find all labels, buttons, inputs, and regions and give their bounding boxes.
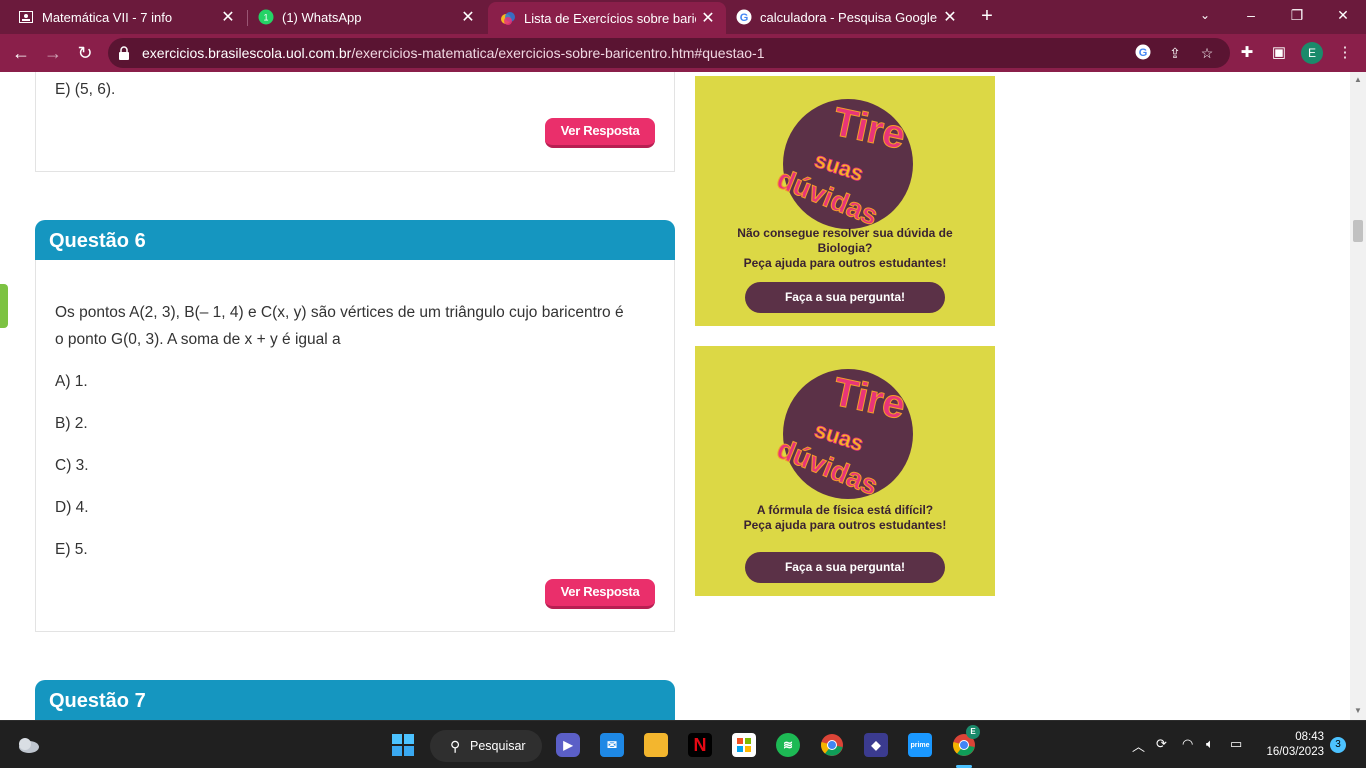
reload-button[interactable]: ↻ [72,40,98,66]
tab-title: Matemática VII - 7 info [42,9,173,25]
extensions-icon[interactable]: ✚ [1236,42,1258,64]
option-c: C) 3. [55,457,89,474]
forward-button[interactable]: → [40,40,66,66]
question-6-statement: Os pontos A(2, 3), B(– 1, 4) e C(x, y) s… [55,299,624,353]
tire-suas-duvidas-logo: Tire suas dúvidas [773,99,913,232]
statement-line: Os pontos A(2, 3), B(– 1, 4) e C(x, y) s… [55,304,624,321]
minimize-button[interactable]: – [1228,0,1274,30]
netflix-icon[interactable]: N [688,733,712,757]
ad-text-line: Não consegue resolver sua dúvida de [737,226,953,240]
web-page: E) (5, 6). Ver Resposta Questão 6 Os pon… [0,72,1350,720]
side-panel-icon[interactable]: ▣ [1268,42,1290,64]
volume-icon[interactable]: 🔈︎ [1206,736,1214,752]
browser-toolbar: ← → ↻ exercicios.brasilescola.uol.com.br… [0,34,1366,72]
faca-pergunta-button[interactable]: Faça a sua pergunta! [745,282,945,313]
mail-icon[interactable]: ✉ [600,733,624,757]
whatsapp-icon: 1 [258,9,274,25]
tab-title: Lista de Exercícios sobre baricent [524,10,696,26]
lock-icon [118,46,130,60]
profile-badge: E [966,725,980,739]
ad-text-line: Biologia? [817,241,873,255]
microsoft-store-icon[interactable] [732,733,756,757]
windows-taskbar: ⚲ Pesquisar ▶ ✉ N ≋ ◆ prime E ︿ ⟳ ◠ 🔈︎ ▭… [0,720,1366,768]
brainly-ad-biologia[interactable]: Tire suas dúvidas Não consegue resolver … [695,76,995,326]
wifi-icon[interactable]: ◠ [1182,736,1193,752]
option-b: B) 2. [55,415,88,432]
tire-suas-duvidas-logo: Tire suas dúvidas [773,369,913,502]
start-icon[interactable] [391,733,415,757]
tab-title: (1) WhatsApp [282,9,362,25]
svg-text:G: G [740,12,749,24]
tab-title: calculadora - Pesquisa Google [760,9,938,25]
question-7-header: Questão 7 [35,680,675,720]
ad-text-line: Peça ajuda para outros estudantes! [743,518,947,532]
tab-classroom[interactable]: Matemática VII - 7 info ✕ [0,0,246,34]
statement-line: o ponto G(0, 3). A soma de x + y é igual… [55,331,341,348]
menu-kebab-icon[interactable]: ⋮ [1334,42,1356,64]
scroll-thumb[interactable] [1353,220,1363,242]
brasil-escola-icon [500,10,516,26]
option-a: A) 1. [55,373,88,390]
ad-text-line: A fórmula de física está difícil? [756,503,934,517]
svg-text:1: 1 [263,13,268,23]
search-label: Pesquisar [470,739,526,753]
weather-icon[interactable] [16,733,40,757]
tab-baricentro[interactable]: Lista de Exercícios sobre baricent ✕ [488,2,726,34]
svg-text:G: G [1139,47,1148,59]
clock[interactable]: 08:43 16/03/2023 [1254,730,1324,760]
scroll-down-arrow-icon[interactable]: ▼ [1353,706,1363,716]
battery-icon[interactable]: ▭ [1230,736,1242,752]
time-text: 08:43 [1295,731,1324,743]
chevron-up-icon[interactable]: ︿ [1132,736,1145,755]
app-diamond-icon[interactable]: ◆ [864,733,888,757]
ver-resposta-button[interactable]: Ver Resposta [545,118,655,148]
restore-button[interactable]: ❐ [1274,0,1320,30]
google-lens-icon[interactable]: G [1134,44,1152,62]
close-icon[interactable]: ✕ [216,7,240,27]
tab-search-chevron-icon[interactable]: ⌄ [1182,0,1228,30]
option-e: E) 5. [55,541,88,558]
file-explorer-icon[interactable] [644,733,668,757]
faca-pergunta-button[interactable]: Faça a sua pergunta! [745,552,945,583]
bookmark-star-icon[interactable]: ☆ [1198,44,1216,62]
close-icon[interactable]: ✕ [696,8,720,28]
ver-resposta-button[interactable]: Ver Resposta [545,579,655,609]
date-text: 16/03/2023 [1266,746,1324,758]
classroom-icon [18,9,34,25]
close-window-button[interactable]: ✕ [1320,0,1366,30]
google-icon: G [736,9,752,25]
new-tab-button[interactable]: + [975,5,999,29]
address-bar[interactable]: exercicios.brasilescola.uol.com.br/exerc… [108,38,1230,68]
scroll-up-arrow-icon[interactable]: ▲ [1353,75,1363,85]
question-6-header: Questão 6 [35,220,675,260]
share-icon[interactable]: ⇪ [1166,44,1184,62]
option-d: D) 4. [55,499,89,516]
teams-chat-icon[interactable]: ▶ [556,733,580,757]
option-e: E) (5, 6). [55,81,116,98]
tab-google[interactable]: G calculadora - Pesquisa Google ✕ [722,0,968,34]
back-button[interactable]: ← [8,40,34,66]
chrome-profile-icon[interactable]: E [952,725,980,757]
ad-text-line: Peça ajuda para outros estudantes! [743,256,947,270]
notification-badge[interactable]: 3 [1330,737,1346,753]
taskbar-search[interactable]: ⚲ Pesquisar [430,730,542,762]
page-scrollbar[interactable]: ▲ ▼ [1350,72,1366,720]
url-text: exercicios.brasilescola.uol.com.br/exerc… [142,45,765,61]
close-icon[interactable]: ✕ [938,7,962,27]
brainly-ad-fisica[interactable]: Tire suas dúvidas A fórmula de física es… [695,346,995,596]
sync-icon[interactable]: ⟳ [1156,736,1167,752]
close-icon[interactable]: ✕ [456,7,480,27]
tab-strip: Matemática VII - 7 info ✕ 1 (1) WhatsApp… [0,0,1366,34]
feedback-tab[interactable] [0,284,8,328]
tab-whatsapp[interactable]: 1 (1) WhatsApp ✕ [240,0,486,34]
spotify-icon[interactable]: ≋ [776,733,800,757]
search-icon: ⚲ [450,738,461,754]
profile-avatar[interactable]: E [1301,42,1323,64]
chrome-icon[interactable] [820,733,844,757]
prime-video-icon[interactable]: prime [908,733,932,757]
